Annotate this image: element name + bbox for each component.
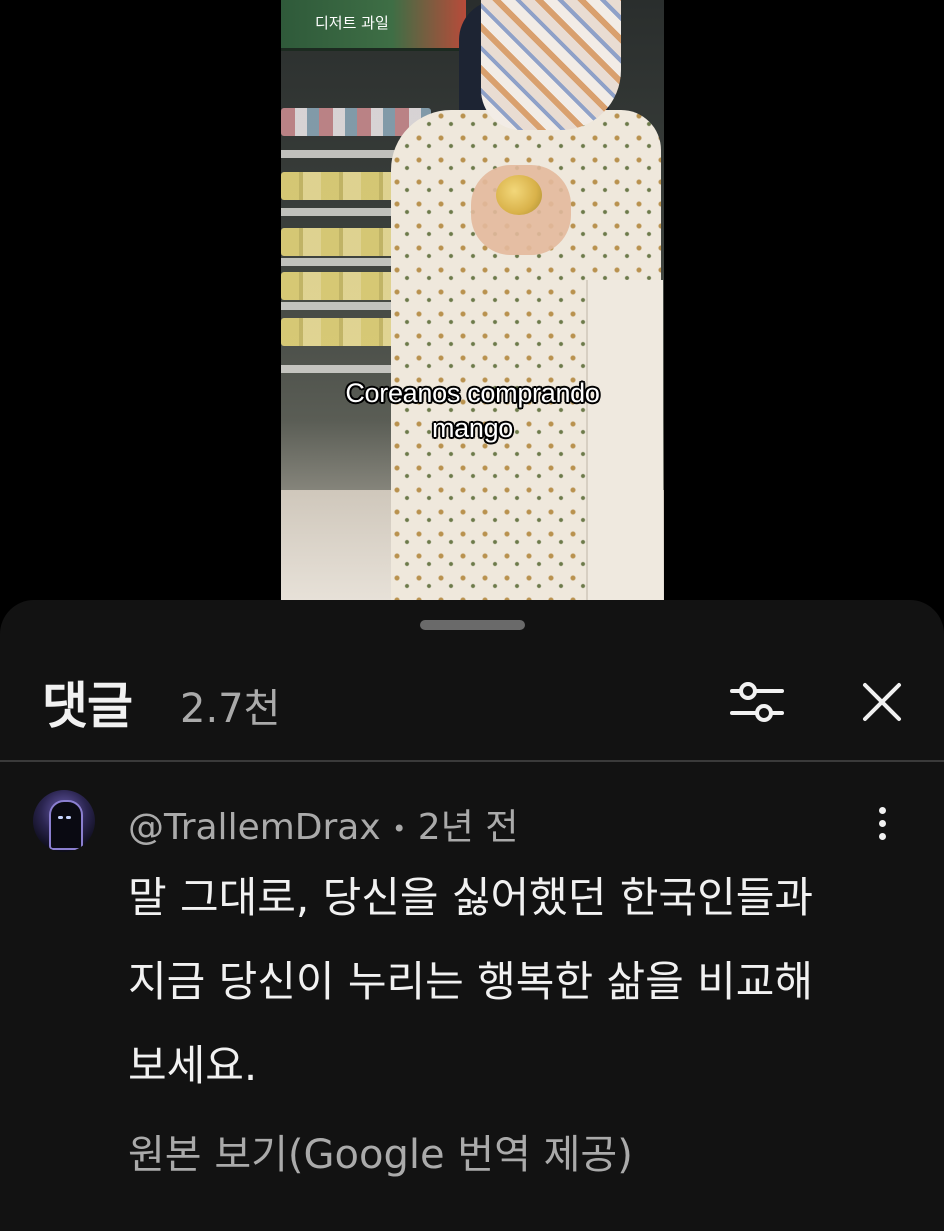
- avatar-eye: [58, 816, 63, 819]
- shelf-sign-text: 디저트 과일: [315, 14, 389, 32]
- avatar[interactable]: [33, 790, 95, 852]
- caption-line: Coreanos comprando: [345, 378, 600, 408]
- sliders-icon: [730, 682, 784, 722]
- more-options-button[interactable]: [862, 798, 902, 848]
- comment-line: 말 그대로, 당신을 싫어했던 한국인들과: [128, 873, 813, 922]
- sheet-drag-handle[interactable]: [420, 620, 525, 630]
- video-person: [391, 0, 664, 600]
- close-button[interactable]: [850, 670, 914, 734]
- meta-separator: •: [392, 815, 407, 843]
- comments-count: 2.7천: [180, 686, 281, 732]
- video-caption: Coreanos comprando mango: [281, 376, 664, 446]
- comment-meta: @TrallemDrax • 2년 전: [128, 798, 518, 850]
- comments-sheet: 댓글 2.7천 @TrallemDrax • 2년 전 말 그대로, 당신을 싫…: [0, 600, 944, 1231]
- filter-button[interactable]: [725, 670, 789, 734]
- comments-title: 댓글: [42, 677, 133, 735]
- comment-text: 말 그대로, 당신을 싫어했던 한국인들과 지금 당신이 누리는 행복한 삶을 …: [128, 856, 908, 1108]
- mango-fruit: [496, 175, 542, 215]
- avatar-eye: [66, 816, 71, 819]
- video-frame[interactable]: 디저트 과일 Coreanos comprando mango: [281, 0, 664, 600]
- person-headscarf: [481, 0, 621, 130]
- header-divider: [0, 760, 944, 762]
- comment-time: 2년 전: [417, 807, 519, 848]
- view-original-link[interactable]: 원본 보기(Google 번역 제공): [128, 1122, 633, 1180]
- caption-line: mango: [431, 413, 514, 443]
- comment-line: 보세요.: [128, 1041, 258, 1090]
- more-vert-icon: [878, 806, 886, 840]
- comment-line: 지금 당신이 누리는 행복한 삶을 비교해: [128, 957, 813, 1006]
- avatar-hood: [49, 800, 83, 850]
- comments-header: 댓글 2.7천: [0, 660, 944, 760]
- comment-author[interactable]: @TrallemDrax: [128, 807, 381, 848]
- close-icon: [863, 683, 901, 721]
- video-player[interactable]: 디저트 과일 Coreanos comprando mango: [0, 0, 944, 600]
